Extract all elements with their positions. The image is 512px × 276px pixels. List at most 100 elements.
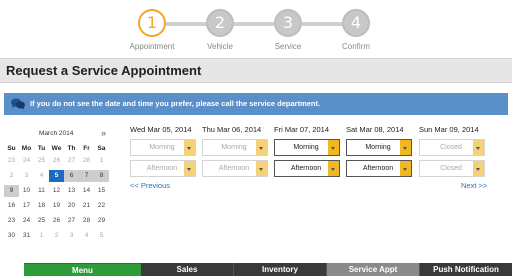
select-value: Closed: [440, 165, 462, 172]
step-number: 1: [138, 9, 166, 37]
morning-select[interactable]: Morning: [346, 139, 412, 156]
calendar-day-disabled: 1: [39, 232, 44, 239]
day-column: Thu Mar 06, 2014 Morning Afternoon: [202, 125, 268, 177]
calendar-day-disabled: 2: [9, 172, 14, 179]
nav-menu-button[interactable]: Menu: [24, 263, 141, 276]
nav-push-notification-tab[interactable]: Push Notification: [419, 263, 512, 276]
calendar-day-disabled: 3: [24, 172, 29, 179]
calendar-day-disabled: 1: [99, 157, 104, 164]
calendar-day[interactable]: 8: [94, 170, 109, 182]
calendar-day-selected[interactable]: 5: [49, 170, 64, 182]
nav-inventory-tab[interactable]: Inventory: [233, 263, 326, 276]
chevron-down-icon[interactable]: [400, 140, 411, 155]
calendar-day[interactable]: 30: [4, 230, 19, 242]
select-value: Morning: [293, 144, 319, 151]
chevron-down-icon[interactable]: [400, 161, 411, 176]
chevron-down-icon: [184, 140, 195, 155]
step-appointment[interactable]: 1 Appointment: [122, 9, 182, 51]
calendar-day[interactable]: 26: [49, 215, 64, 227]
step-number: 3: [274, 9, 302, 37]
day-column: Fri Mar 07, 2014 Morning Afternoon: [274, 125, 340, 177]
calendar-day-disabled: 3: [69, 232, 74, 239]
calendar-day[interactable]: 22: [94, 200, 109, 212]
calendar-day[interactable]: 7: [79, 170, 94, 182]
calendar-day[interactable]: 29: [94, 215, 109, 227]
calendar-day[interactable]: 25: [34, 215, 49, 227]
previous-days-link[interactable]: << Previous: [130, 181, 170, 190]
morning-select: Morning: [202, 139, 268, 156]
next-days-link[interactable]: Next >>: [461, 181, 487, 190]
chevron-down-icon[interactable]: [328, 161, 339, 176]
afternoon-select[interactable]: Afternoon: [274, 160, 340, 177]
select-value: Closed: [440, 144, 462, 151]
weekday-label: Th: [67, 145, 76, 152]
step-label: Confirm: [341, 42, 370, 51]
calendar-day[interactable]: 15: [94, 185, 109, 197]
morning-select: Morning: [130, 139, 196, 156]
calendar-day[interactable]: 11: [34, 185, 49, 197]
weekday-label: Tu: [37, 145, 46, 152]
select-value: Afternoon: [218, 165, 250, 172]
calendar-day-disabled: 28: [82, 157, 91, 164]
afternoon-select: Afternoon: [202, 160, 268, 177]
calendar-day[interactable]: 18: [34, 200, 49, 212]
calendar-day[interactable]: 23: [4, 215, 19, 227]
calendar-day[interactable]: 14: [79, 185, 94, 197]
calendar-week: 16 17 18 19 20 21 22: [4, 200, 112, 212]
select-value: Morning: [149, 144, 175, 151]
step-vehicle[interactable]: 2 Vehicle: [190, 9, 250, 51]
calendar-day[interactable]: 17: [19, 200, 34, 212]
next-month-button[interactable]: »: [101, 128, 106, 138]
calendar-day[interactable]: 6: [64, 170, 79, 182]
step-label: Service: [274, 42, 302, 51]
step-label: Appointment: [129, 42, 175, 51]
nav-sales-tab[interactable]: Sales: [141, 263, 233, 276]
step-service[interactable]: 3 Service: [258, 9, 318, 51]
calendar-day[interactable]: 31: [19, 230, 34, 242]
calendar-day[interactable]: 27: [64, 215, 79, 227]
calendar-day[interactable]: 9: [4, 185, 19, 197]
morning-select[interactable]: Morning: [274, 139, 340, 156]
chevron-down-icon: [473, 161, 484, 176]
calendar-day[interactable]: 20: [64, 200, 79, 212]
calendar-day[interactable]: 24: [19, 215, 34, 227]
afternoon-select[interactable]: Afternoon: [346, 160, 412, 177]
select-value: Morning: [365, 144, 391, 151]
step-confirm[interactable]: 4 Confirm: [326, 9, 386, 51]
nav-service-appt-tab[interactable]: Service Appt: [326, 263, 419, 276]
calendar-day-disabled: 4: [84, 232, 89, 239]
calendar-day-disabled: 25: [37, 157, 46, 164]
page-title: Request a Service Appointment: [6, 63, 202, 78]
calendar-day-disabled: 4: [39, 172, 44, 179]
day-name: Sat Mar 08, 2014: [346, 125, 404, 134]
calendar-day[interactable]: 10: [19, 185, 34, 197]
calendar-week: 9 10 11 12 13 14 15: [4, 185, 112, 197]
calendar-day[interactable]: 13: [64, 185, 79, 197]
step-number: 4: [342, 9, 370, 37]
calendar-day[interactable]: 12: [49, 185, 64, 197]
info-message: If you do not see the date and time you …: [30, 99, 321, 108]
step-number: 2: [206, 9, 234, 37]
step-label: Vehicle: [207, 42, 233, 51]
calendar-day-disabled: 23: [7, 157, 16, 164]
calendar-day[interactable]: 21: [79, 200, 94, 212]
chevron-down-icon[interactable]: [328, 140, 339, 155]
chevron-down-icon: [256, 140, 267, 155]
calendar-header: March 2014 »: [4, 127, 112, 139]
info-banner: If you do not see the date and time you …: [4, 93, 508, 115]
calendar-day[interactable]: 19: [49, 200, 64, 212]
calendar-day[interactable]: 16: [4, 200, 19, 212]
weekday-label: Sa: [97, 145, 106, 152]
calendar-week: 2 3 4 5 6 7 8: [4, 170, 112, 182]
calendar-week: 23 24 25 26 27 28 29: [4, 215, 112, 227]
day-column: Sat Mar 08, 2014 Morning Afternoon: [346, 125, 412, 177]
day-name: Thu Mar 06, 2014: [202, 125, 262, 134]
morning-select: Closed: [419, 139, 485, 156]
chat-bubbles-icon: [11, 98, 25, 110]
calendar-week: 23 24 25 26 27 28 1: [4, 155, 112, 167]
calendar-day[interactable]: 28: [79, 215, 94, 227]
progress-stepper: 1 Appointment 2 Vehicle 3 Service 4 Conf…: [0, 0, 512, 56]
weekday-label: Su: [7, 145, 16, 152]
select-value: Afternoon: [290, 165, 322, 172]
select-value: Morning: [221, 144, 247, 151]
